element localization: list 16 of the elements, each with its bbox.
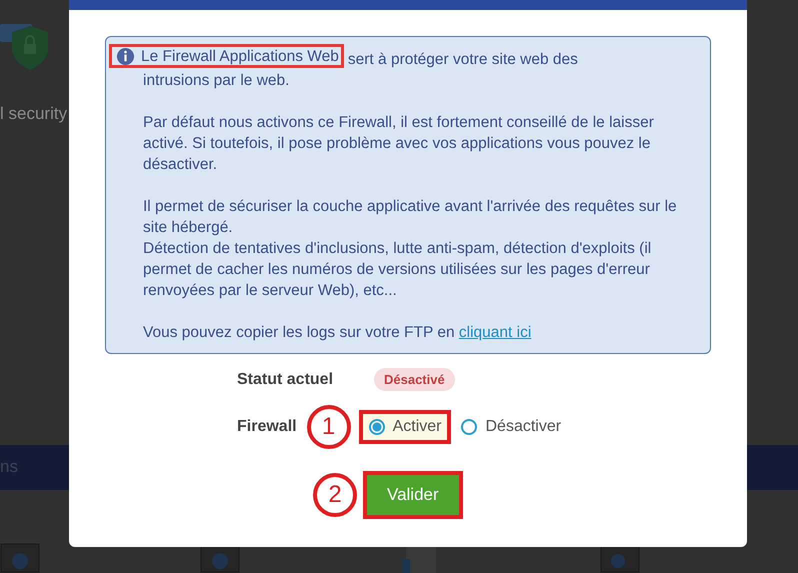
info-paragraph: Par défaut nous activons ce Firewall, il est fortement conseillé de le laisser activé. Si toutefois, il pose problème avec vos applications vous pouvez le désactiver. [143,113,655,175]
info-paragraph: Détection de tentatives d'inclusions, lutte anti-spam, détection d'exploits (il permet de cacher les numéros de versions utilisées sur les pages d'erreur renvoyées par le serveur Web), etc... [143,239,652,301]
security-label: l security [0,104,68,124]
logs-note: Vous pouvez copier les logs sur votre FTP en cliquant ici [143,323,532,343]
step-marker: 2 [313,473,357,517]
status-badge: Désactivé [374,368,455,391]
info-icon [116,46,135,66]
info-title: Le Firewall Applications Web [141,46,339,66]
info-paragraph: Il permet de sécuriser la couche applicative avant l'arrivée des requêtes sur le site hébergé. [143,197,678,238]
firewall-label: Firewall [237,418,297,436]
info-text: sert à protéger votre site web des [348,50,578,70]
radio-option[interactable]: Activer [358,410,452,444]
step-marker: 1 [306,405,351,449]
info-text: intrusions par le web. [143,71,290,91]
status-label: Statut actuel [237,370,334,388]
radio-option[interactable]: Désactiver [451,410,572,444]
